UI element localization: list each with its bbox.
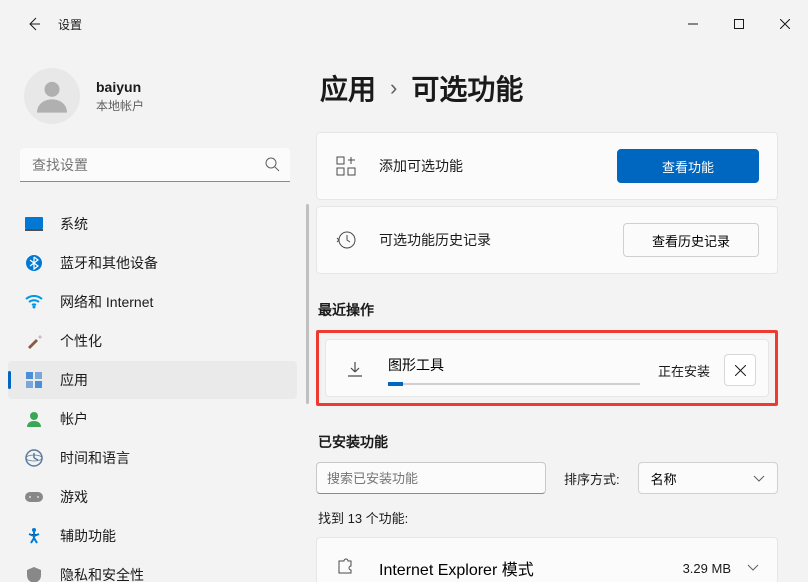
account-icon: [24, 409, 44, 429]
shield-icon: [24, 565, 44, 582]
window-title: 设置: [58, 16, 82, 33]
recent-item-name: 图形工具: [388, 355, 640, 375]
sidebar-item-label: 辅助功能: [60, 526, 116, 546]
sort-label: 排序方式:: [564, 469, 620, 488]
installed-feature-size: 3.29 MB: [683, 561, 731, 576]
accessibility-icon: [24, 526, 44, 546]
breadcrumb: 应用 › 可选功能: [320, 68, 778, 108]
sidebar-item-privacy[interactable]: 隐私和安全性: [8, 556, 297, 582]
scrollbar-thumb[interactable]: [306, 204, 309, 404]
installed-filter-input[interactable]: [316, 462, 546, 494]
sidebar-item-time[interactable]: 时间和语言: [8, 439, 297, 477]
sidebar-item-accessibility[interactable]: 辅助功能: [8, 517, 297, 555]
installed-feature-row[interactable]: Internet Explorer 模式 3.29 MB: [316, 537, 778, 582]
add-feature-card: 添加可选功能 查看功能: [316, 132, 778, 200]
sort-select[interactable]: 名称: [638, 462, 778, 494]
sidebar-item-label: 蓝牙和其他设备: [60, 253, 158, 273]
sidebar-item-label: 网络和 Internet: [60, 292, 153, 312]
chevron-down-icon: [747, 559, 759, 577]
chevron-right-icon: ›: [390, 75, 397, 101]
sidebar-item-label: 时间和语言: [60, 448, 130, 468]
back-button[interactable]: [14, 4, 54, 44]
history-card: 可选功能历史记录 查看历史记录: [316, 206, 778, 274]
search-input[interactable]: [20, 148, 290, 182]
history-icon: [335, 229, 357, 251]
close-button[interactable]: [762, 8, 808, 40]
view-features-button[interactable]: 查看功能: [617, 149, 759, 183]
install-progress: [388, 383, 640, 385]
apps-icon: [24, 370, 44, 390]
sidebar-item-label: 游戏: [60, 487, 88, 507]
search-icon: [264, 156, 280, 177]
sidebar-item-bluetooth[interactable]: 蓝牙和其他设备: [8, 244, 297, 282]
recent-item-status: 正在安装: [658, 361, 710, 380]
maximize-button[interactable]: [716, 8, 762, 40]
sidebar-item-label: 系统: [60, 214, 88, 234]
history-title: 可选功能历史记录: [379, 230, 491, 250]
recent-highlight: 图形工具 正在安装: [316, 330, 778, 406]
sort-value: 名称: [651, 469, 677, 488]
profile-block[interactable]: baiyun 本地帐户: [0, 60, 310, 148]
person-icon: [32, 76, 72, 116]
sidebar-item-account[interactable]: 帐户: [8, 400, 297, 438]
gamepad-icon: [24, 487, 44, 507]
nav-list: 系统 蓝牙和其他设备 网络和 Internet 个性化 应用 帐户 时间和语言 …: [0, 204, 310, 582]
x-icon: [735, 365, 746, 376]
sidebar-item-label: 应用: [60, 370, 88, 390]
installed-feature-name: Internet Explorer 模式: [379, 556, 534, 580]
minimize-button[interactable]: [670, 8, 716, 40]
close-icon: [780, 19, 790, 29]
bluetooth-icon: [24, 253, 44, 273]
avatar: [24, 68, 80, 124]
found-count: 找到 13 个功能:: [318, 508, 778, 527]
maximize-icon: [734, 19, 744, 29]
sidebar-item-label: 隐私和安全性: [60, 565, 144, 582]
profile-name: baiyun: [96, 79, 144, 95]
sidebar-item-label: 个性化: [60, 331, 102, 351]
sidebar-item-network[interactable]: 网络和 Internet: [8, 283, 297, 321]
view-history-button[interactable]: 查看历史记录: [623, 223, 759, 257]
cancel-install-button[interactable]: [724, 354, 756, 386]
clock-globe-icon: [24, 448, 44, 468]
sidebar-item-gaming[interactable]: 游戏: [8, 478, 297, 516]
add-feature-title: 添加可选功能: [379, 156, 463, 176]
download-icon: [344, 359, 366, 381]
sidebar-item-label: 帐户: [60, 409, 88, 429]
grid-plus-icon: [335, 155, 357, 177]
chevron-down-icon: [753, 471, 765, 486]
arrow-left-icon: [26, 16, 42, 32]
wifi-icon: [24, 292, 44, 312]
installed-heading: 已安装功能: [318, 432, 778, 452]
sidebar-item-system[interactable]: 系统: [8, 205, 297, 243]
recent-heading: 最近操作: [318, 300, 778, 320]
breadcrumb-parent[interactable]: 应用: [320, 68, 376, 108]
system-icon: [24, 214, 44, 234]
profile-sub: 本地帐户: [96, 97, 144, 114]
puzzle-icon: [335, 557, 357, 579]
minimize-icon: [688, 19, 698, 29]
breadcrumb-current: 可选功能: [411, 68, 523, 108]
sidebar-item-personalization[interactable]: 个性化: [8, 322, 297, 360]
sidebar-item-apps[interactable]: 应用: [8, 361, 297, 399]
recent-item: 图形工具 正在安装: [325, 339, 769, 397]
brush-icon: [24, 331, 44, 351]
